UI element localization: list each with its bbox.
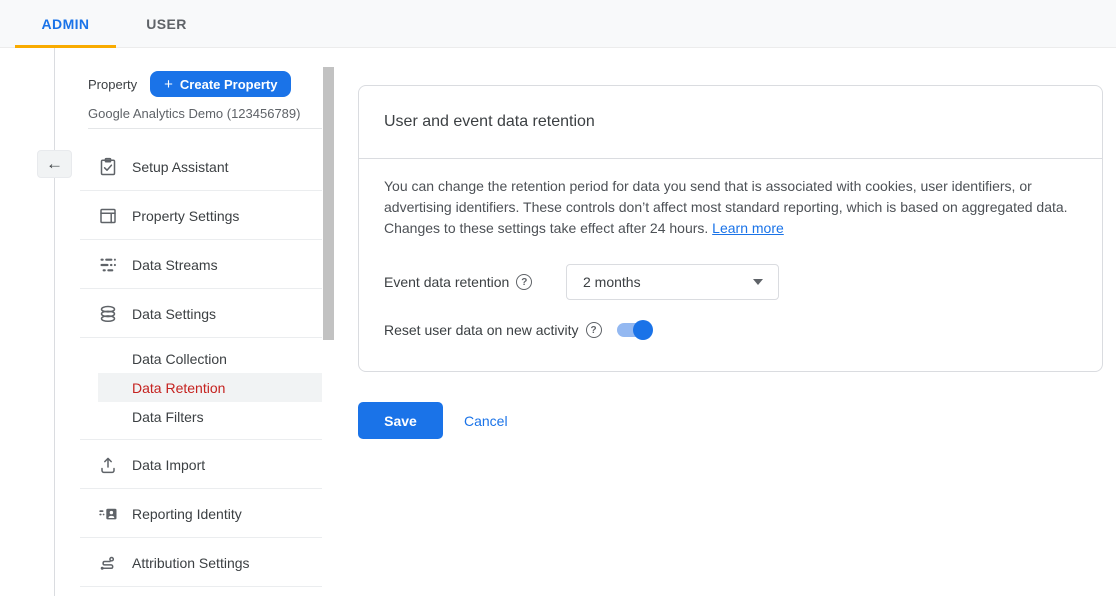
help-icon[interactable]: ? <box>586 322 602 338</box>
save-button[interactable]: Save <box>358 402 443 439</box>
form-actions: Save Cancel <box>358 402 508 439</box>
sidebar-item-property-settings[interactable]: Property Settings <box>55 191 322 240</box>
dropdown-arrow-icon <box>753 279 763 285</box>
card-title: User and event data retention <box>359 86 1102 159</box>
sidebar-scrollbar[interactable] <box>323 67 334 340</box>
sidebar-item-label: Setup Assistant <box>132 159 229 175</box>
sidebar-item-label: Property Settings <box>132 208 239 224</box>
event-retention-dropdown[interactable]: 2 months <box>566 264 779 300</box>
sidebar-item-label: Data Import <box>132 457 205 473</box>
property-name[interactable]: Google Analytics Demo (123456789) <box>88 106 322 121</box>
toggle-thumb <box>633 320 653 340</box>
admin-page: ADMIN USER ← Property + Create Property … <box>0 0 1116 596</box>
reporting-identity-icon <box>98 504 118 524</box>
event-retention-row: Event data retention ? 2 months <box>384 264 1077 300</box>
plus-icon: + <box>164 77 173 92</box>
property-label: Property <box>88 77 137 92</box>
retention-description: You can change the retention period for … <box>384 176 1091 239</box>
event-retention-label: Event data retention <box>384 274 509 290</box>
sidebar-item-attribution-settings[interactable]: Attribution Settings <box>55 538 322 587</box>
sidebar-item-data-settings[interactable]: Data Settings <box>55 289 322 338</box>
back-button[interactable]: ← <box>37 150 72 178</box>
sidebar-subitem-data-retention[interactable]: Data Retention <box>98 373 322 402</box>
sidebar-item-setup-assistant[interactable]: Setup Assistant <box>55 142 322 191</box>
admin-user-tabbar: ADMIN USER <box>0 0 1116 48</box>
sidebar-item-label: Data Settings <box>132 306 216 322</box>
data-settings-icon <box>98 304 118 324</box>
sidebar-item-label: Attribution Settings <box>132 555 250 571</box>
reset-user-data-toggle[interactable] <box>617 320 652 340</box>
data-streams-icon <box>98 255 118 275</box>
data-import-icon <box>98 455 118 475</box>
property-settings-icon <box>98 206 118 226</box>
setup-assistant-icon <box>98 157 118 177</box>
property-divider <box>88 128 322 129</box>
sidebar-item-label: Reporting Identity <box>132 506 242 522</box>
create-property-label: Create Property <box>180 77 278 92</box>
data-settings-submenu: Data Collection Data Retention Data Filt… <box>55 338 322 440</box>
sidebar-item-data-streams[interactable]: Data Streams <box>55 240 322 289</box>
back-arrow-icon: ← <box>46 154 63 174</box>
sidebar-item-data-import[interactable]: Data Import <box>55 440 322 489</box>
property-header: Property + Create Property <box>55 48 322 97</box>
property-sidebar: Property + Create Property Google Analyt… <box>55 48 322 587</box>
create-property-button[interactable]: + Create Property <box>150 71 291 97</box>
sidebar-menu: Setup Assistant Property Settings <box>55 142 322 587</box>
attribution-settings-icon <box>98 553 118 573</box>
sidebar-subitem-data-filters[interactable]: Data Filters <box>98 402 322 431</box>
reset-user-data-row: Reset user data on new activity ? <box>384 320 1077 340</box>
learn-more-link[interactable]: Learn more <box>712 220 784 236</box>
sidebar-subitem-data-collection[interactable]: Data Collection <box>98 344 322 373</box>
reset-user-data-label: Reset user data on new activity <box>384 322 579 338</box>
tab-user[interactable]: USER <box>116 0 217 47</box>
help-icon[interactable]: ? <box>516 274 532 290</box>
sidebar-item-label: Data Streams <box>132 257 218 273</box>
sidebar-item-reporting-identity[interactable]: Reporting Identity <box>55 489 322 538</box>
tab-admin[interactable]: ADMIN <box>15 0 116 47</box>
card-body: You can change the retention period for … <box>359 159 1102 340</box>
cancel-button[interactable]: Cancel <box>464 413 508 429</box>
data-retention-card: User and event data retention You can ch… <box>358 85 1103 372</box>
event-retention-value: 2 months <box>583 274 641 290</box>
